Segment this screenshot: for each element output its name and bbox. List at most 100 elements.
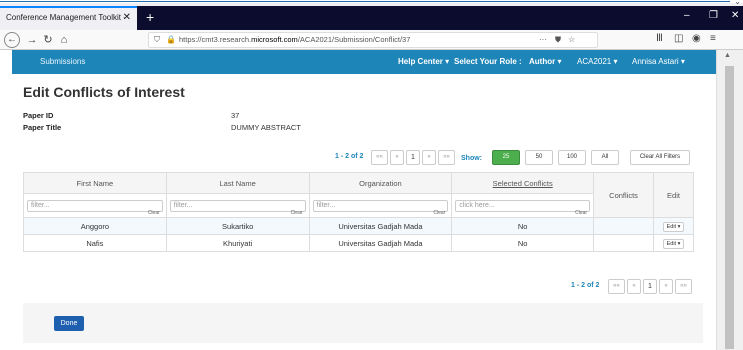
clear-selected-conflicts-filter[interactable]: Clear xyxy=(575,210,587,216)
filter-cell: filter... Clear xyxy=(23,193,167,218)
url-bar[interactable]: ⛉ 🔒 https://cmt3.research.microsoft.com/… xyxy=(148,32,598,48)
top-pager: 1 - 2 of 2 «« « 1 » »» xyxy=(335,150,465,166)
show-all-button[interactable]: All xyxy=(591,150,619,165)
table-row: Nafis Khuriyati Universitas Gadjah Mada … xyxy=(23,234,694,252)
help-center-menu[interactable]: Help Center ▾ xyxy=(398,50,449,74)
first-name-cell: Anggoro xyxy=(23,217,167,235)
prev-page-button[interactable]: « xyxy=(390,150,404,165)
maximize-icon[interactable]: ❐ xyxy=(709,10,718,21)
url-host: microsoft.com xyxy=(251,35,298,44)
last-name-cell: Sukartiko xyxy=(165,217,310,235)
done-button[interactable]: Done xyxy=(54,316,84,331)
app-header: Submissions Help Center ▾ Select Your Ro… xyxy=(12,50,716,74)
user-menu[interactable]: Annisa Astari ▾ xyxy=(632,50,685,74)
lock-icon: 🔒 xyxy=(166,35,176,44)
clear-last-name-filter[interactable]: Clear xyxy=(291,210,303,216)
first-page-button[interactable]: «« xyxy=(371,150,388,165)
edit-dropdown-button[interactable]: Edit ▾ xyxy=(662,238,685,249)
first-page-button[interactable]: «« xyxy=(608,279,625,294)
url-path: /ACA2021/Submission/Conflict/37 xyxy=(297,35,411,44)
selected-conflicts-filter-input[interactable]: click here... xyxy=(455,199,591,212)
next-page-button[interactable]: » xyxy=(422,150,436,165)
menu-icon[interactable]: ≡ xyxy=(710,33,716,44)
header-first-name[interactable]: First Name xyxy=(23,172,167,194)
filter-cell: click here... Clear xyxy=(451,193,595,218)
role-menu[interactable]: Author ▾ xyxy=(529,50,561,74)
forward-icon[interactable]: → xyxy=(24,32,40,48)
show-25-button[interactable]: 25 xyxy=(492,150,520,165)
selected-conflicts-cell: No xyxy=(451,217,595,235)
select-role-label: Select Your Role : xyxy=(454,57,522,66)
scroll-up-icon[interactable]: ▲ xyxy=(724,52,731,59)
page-title: Edit Conflicts of Interest xyxy=(23,84,185,100)
edit-cell: Edit ▾ xyxy=(653,217,694,235)
clear-organization-filter[interactable]: Clear xyxy=(433,210,445,216)
url-prefix: https://cmt3.research. xyxy=(179,35,252,44)
bookmark-star-icon[interactable]: ☆ xyxy=(568,33,575,47)
pocket-icon[interactable]: ⛊ xyxy=(555,33,561,47)
nav-submissions[interactable]: Submissions xyxy=(40,50,85,74)
selected-conflicts-cell: No xyxy=(451,234,595,252)
page-number[interactable]: 1 xyxy=(643,279,657,294)
table-header-row: First Name Last Name Organization Select… xyxy=(23,172,694,218)
help-center-label: Help Center xyxy=(398,57,443,66)
reload-icon[interactable]: ↻ xyxy=(40,32,56,48)
last-name-cell: Khuriyati xyxy=(165,234,310,252)
window-close-icon[interactable]: ✕ xyxy=(731,10,739,21)
conflicts-cell xyxy=(593,234,655,252)
header-selected-conflicts[interactable]: Selected Conflicts xyxy=(451,172,595,194)
browser-tab[interactable]: Conference Management Toolkit - ✕ xyxy=(0,6,137,30)
show-100-button[interactable]: 100 xyxy=(558,150,586,165)
nav-bar: ← → ↻ ⌂ ⛉ 🔒 https://cmt3.research.micros… xyxy=(0,30,743,50)
filter-row: filter... Clear filter... Clear filter... C… xyxy=(23,193,694,218)
sidebar-icon[interactable]: ◫ xyxy=(674,33,683,44)
scrollbar-thumb[interactable] xyxy=(725,66,734,349)
prev-page-button[interactable]: « xyxy=(627,279,641,294)
tab-close-icon[interactable]: ✕ xyxy=(123,8,131,28)
paper-id-label: Paper ID xyxy=(23,111,54,120)
more-icon[interactable]: ··· xyxy=(539,33,547,47)
conference-menu[interactable]: ACA2021 ▾ xyxy=(577,50,618,74)
new-tab-button[interactable]: + xyxy=(146,8,154,26)
filter-cell: filter... Clear xyxy=(308,193,453,218)
library-icon[interactable]: Ⅲ xyxy=(656,33,663,44)
browser-tab-title: Conference Management Toolkit - xyxy=(6,13,126,22)
clear-all-filters-button[interactable]: Clear All Filters xyxy=(630,150,690,165)
back-icon[interactable]: ← xyxy=(4,32,20,48)
table-row: Anggoro Sukartiko Universitas Gadjah Mad… xyxy=(23,217,694,235)
filter-cell: filter... Clear xyxy=(165,193,310,218)
last-page-button[interactable]: »» xyxy=(675,279,692,294)
clear-first-name-filter[interactable]: Clear xyxy=(148,210,160,216)
conference-label: ACA2021 xyxy=(577,57,612,66)
page-count: 1 - 2 of 2 xyxy=(571,282,600,289)
scrollbar[interactable]: ▲ xyxy=(716,50,743,350)
edit-dropdown-button[interactable]: Edit ▾ xyxy=(662,221,685,232)
organization-cell: Universitas Gadjah Mada xyxy=(308,217,453,235)
account-icon[interactable]: ◉ xyxy=(692,33,701,44)
page-content: Submissions Help Center ▾ Select Your Ro… xyxy=(0,50,716,350)
last-name-filter-input[interactable]: filter... xyxy=(169,199,306,212)
paper-title-label: Paper Title xyxy=(23,123,62,132)
organization-filter-input[interactable]: filter... xyxy=(312,199,449,212)
browser-chrome: ⌄ Conference Management Toolkit - ✕ + – … xyxy=(0,0,743,50)
next-page-button[interactable]: » xyxy=(659,279,673,294)
first-name-cell: Nafis xyxy=(23,234,167,252)
conflicts-cell xyxy=(593,217,655,235)
header-edit: Edit xyxy=(653,172,694,218)
page-count: 1 - 2 of 2 xyxy=(335,153,364,160)
last-page-button[interactable]: »» xyxy=(438,150,455,165)
role-label: Author xyxy=(529,57,556,66)
top-strip: ⌄ xyxy=(0,0,743,6)
shield-icon: ⛉ xyxy=(154,35,160,44)
page-number[interactable]: 1 xyxy=(406,150,420,165)
header-organization[interactable]: Organization xyxy=(308,172,453,194)
top-line xyxy=(0,1,730,2)
first-name-filter-input[interactable]: filter... xyxy=(27,199,163,212)
home-icon[interactable]: ⌂ xyxy=(56,32,72,48)
footer-bar: Done xyxy=(23,303,703,343)
paper-id-value: 37 xyxy=(231,111,240,120)
minimize-icon[interactable]: – xyxy=(684,10,690,21)
header-last-name[interactable]: Last Name xyxy=(165,172,310,194)
show-50-button[interactable]: 50 xyxy=(525,150,553,165)
user-label: Annisa Astari xyxy=(632,57,679,66)
